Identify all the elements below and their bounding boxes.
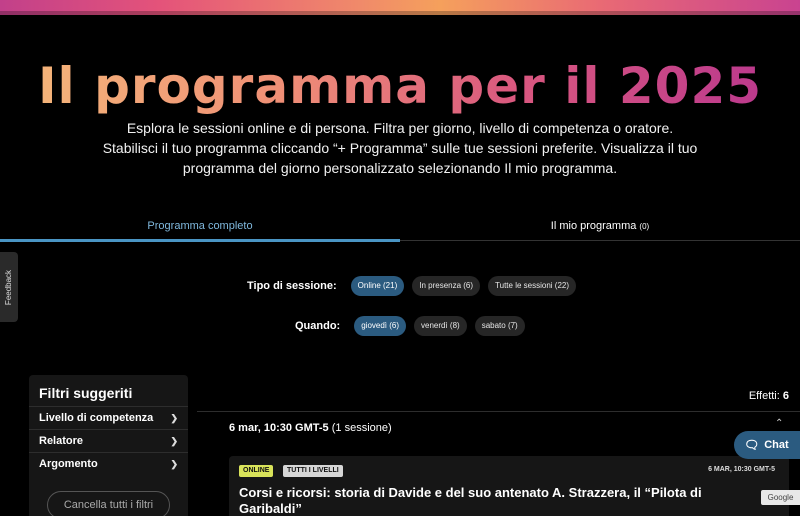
chevron-down-icon: ❯ — [170, 458, 178, 469]
suggested-filters-title: Filtri suggeriti — [39, 385, 133, 401]
chat-label: Chat — [764, 439, 789, 451]
when-filter: Quando: giovedì (6) venerdì (8) sabato (… — [295, 316, 533, 336]
filter-speaker-label: Relatore — [39, 435, 84, 447]
tab-my-program-count: (0) — [639, 222, 650, 231]
feedback-tab[interactable]: Feedback — [0, 252, 18, 322]
filter-topic[interactable]: Argomento ❯ — [29, 452, 188, 475]
chip-all-sessions[interactable]: Tutte le sessioni (22) — [488, 276, 577, 296]
results-divider — [197, 411, 800, 412]
filter-topic-label: Argomento — [39, 458, 98, 470]
chip-friday[interactable]: venerdì (8) — [414, 316, 467, 336]
session-type-label: Tipo di sessione: — [247, 280, 337, 292]
chat-bubbles-icon: 🗨 — [744, 438, 760, 452]
badge-all-levels: TUTTI I LIVELLI — [283, 465, 343, 477]
page-title: Il programma per il 2025 — [0, 55, 800, 117]
suggested-filters-panel: Filtri suggeriti Livello di competenza ❯… — [29, 375, 188, 516]
date-group-count: (1 sessione) — [331, 422, 392, 434]
chip-thursday[interactable]: giovedì (6) — [354, 316, 407, 336]
session-type-filter: Tipo di sessione: Online (21) In presenz… — [247, 276, 584, 296]
clear-filters-button[interactable]: Cancella tutti i filtri — [47, 491, 170, 516]
top-gradient-band — [0, 0, 800, 15]
filter-skill-level[interactable]: Livello di competenza ❯ — [29, 406, 188, 429]
date-group-date: 6 mar, 10:30 GMT-5 — [229, 422, 329, 434]
program-tabs: Programma completo Il mio programma (0) — [0, 210, 800, 242]
chevron-down-icon: ❯ — [170, 435, 178, 446]
tab-my-program-label: Il mio programma — [550, 220, 637, 232]
session-card[interactable]: ONLINE TUTTI I LIVELLI 6 MAR, 10:30 GMT-… — [229, 456, 789, 516]
when-label: Quando: — [295, 320, 341, 332]
page-description: Esplora le sessioni online e di persona.… — [102, 120, 698, 176]
results-count-value: 6 — [782, 390, 789, 402]
tab-full-program[interactable]: Programma completo — [0, 210, 400, 242]
session-time: 6 MAR, 10:30 GMT-5 — [708, 466, 775, 473]
filter-skill-level-label: Livello di competenza — [39, 412, 154, 424]
tab-full-program-label: Programma completo — [147, 220, 253, 232]
chip-saturday[interactable]: sabato (7) — [474, 316, 525, 336]
google-badge: Google — [761, 490, 800, 505]
chevron-down-icon: ❯ — [170, 412, 178, 423]
session-title[interactable]: Corsi e ricorsi: storia di Davide e del … — [239, 485, 739, 516]
tab-my-program[interactable]: Il mio programma (0) — [400, 210, 800, 241]
chevron-up-icon[interactable]: ⌃ — [775, 418, 783, 429]
filter-speaker[interactable]: Relatore ❯ — [29, 429, 188, 452]
date-group-header: 6 mar, 10:30 GMT-5 (1 sessione) — [229, 422, 392, 434]
results-count-label: Effetti: — [748, 390, 780, 402]
feedback-label: Feedback — [4, 269, 14, 305]
badge-online: ONLINE — [239, 465, 274, 477]
chip-online[interactable]: Online (21) — [350, 276, 405, 296]
chat-button[interactable]: 🗨 Chat — [734, 431, 800, 459]
chip-in-person[interactable]: In presenza (6) — [412, 276, 481, 296]
results-count: Effetti: 6 — [749, 390, 789, 402]
